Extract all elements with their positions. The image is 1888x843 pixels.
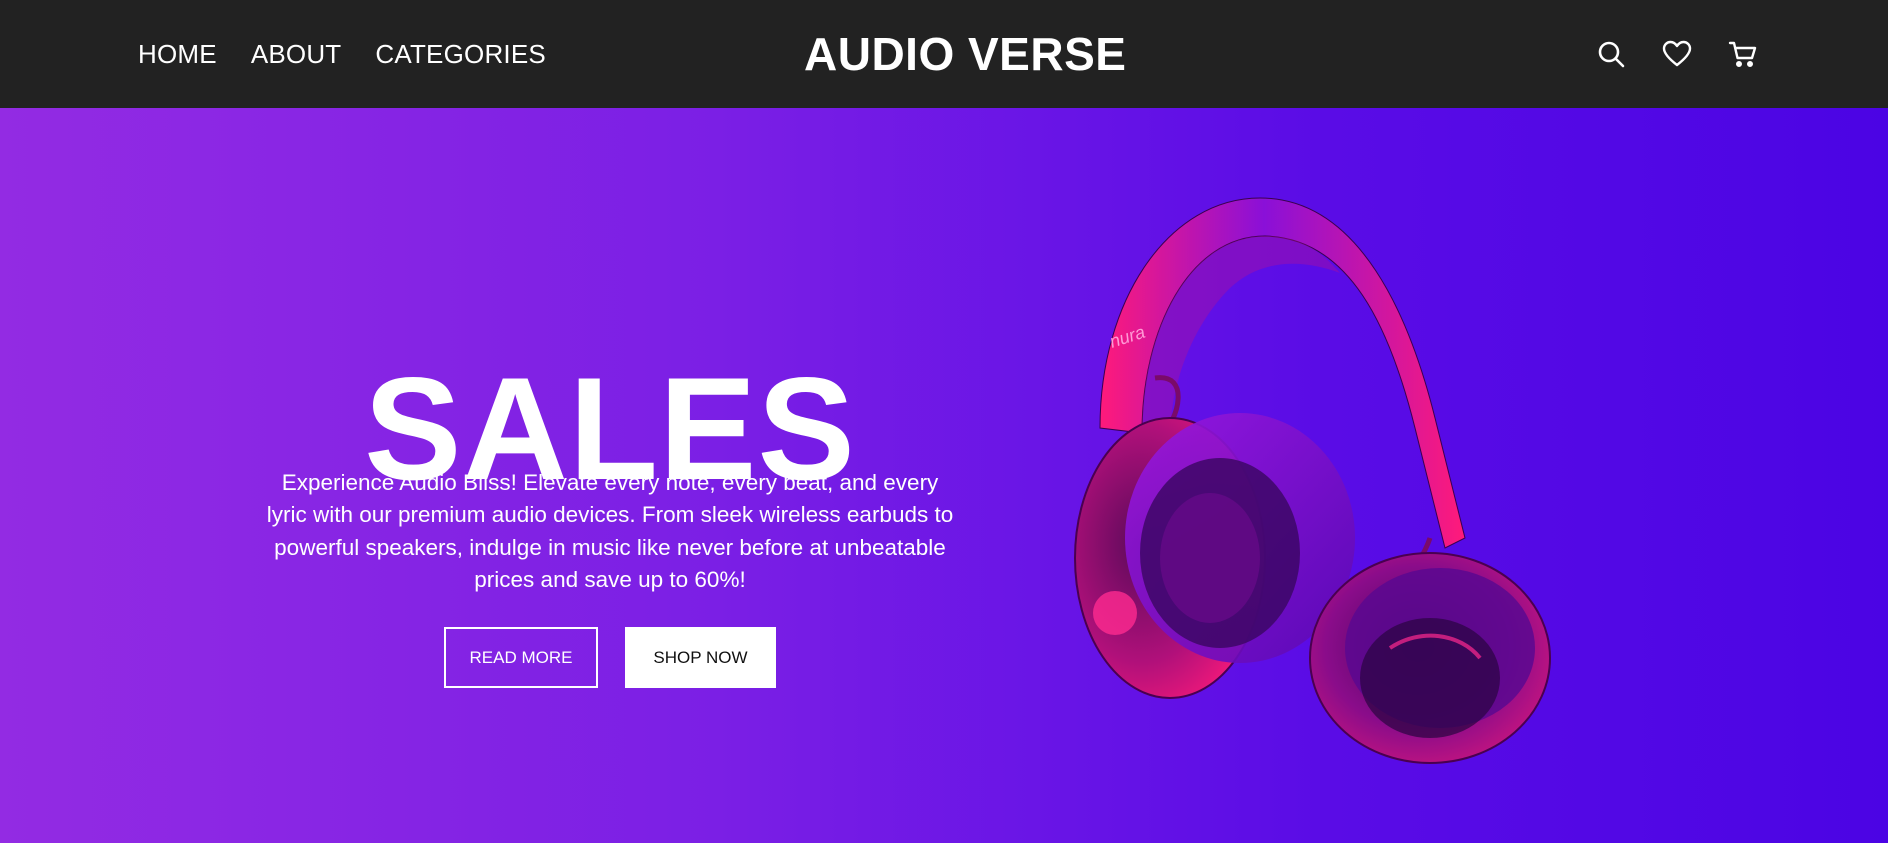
heart-icon[interactable] [1662, 39, 1692, 69]
header-icons [1596, 0, 1758, 108]
read-more-button[interactable]: READ MORE [444, 627, 598, 688]
cart-icon[interactable] [1728, 39, 1758, 69]
brand-logo[interactable]: AUDIO VERSE [804, 0, 1126, 108]
main-nav: HOME ABOUT CATEGORIES [138, 0, 580, 108]
nav-link-categories[interactable]: CATEGORIES [375, 39, 546, 70]
top-navigation-bar: HOME ABOUT CATEGORIES AUDIO VERSE [0, 0, 1888, 108]
hero-buttons: READ MORE SHOP NOW [444, 627, 776, 688]
hero-description: Experience Audio Bliss! Elevate every no… [266, 469, 954, 593]
search-icon[interactable] [1596, 39, 1626, 69]
nav-link-home[interactable]: HOME [138, 39, 217, 70]
hero-section: SALES Experience Audio Bliss! Elevate ev… [0, 108, 1888, 843]
nav-link-about[interactable]: ABOUT [251, 39, 342, 70]
headphones-product-image: nura [1074, 197, 1551, 764]
shop-now-button[interactable]: SHOP NOW [625, 627, 776, 688]
